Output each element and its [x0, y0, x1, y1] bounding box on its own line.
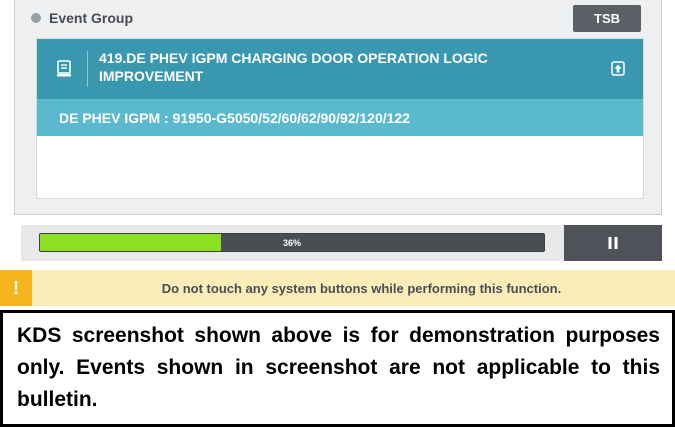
expand-icon[interactable] [611, 61, 625, 76]
progress-panel: 36% [21, 225, 662, 261]
event-header[interactable]: 419.DE PHEV IGPM CHARGING DOOR OPERATION… [37, 39, 643, 99]
event-group-title: Event Group [49, 10, 134, 26]
pause-button[interactable] [564, 225, 662, 261]
warning-bar: ! Do not touch any system buttons while … [0, 270, 675, 306]
document-icon [57, 60, 71, 77]
caption-box: KDS screenshot shown above is for demons… [0, 310, 675, 427]
event-card[interactable]: 419.DE PHEV IGPM CHARGING DOOR OPERATION… [36, 38, 644, 199]
progress-percent: 36% [282, 237, 301, 248]
warning-message: Do not touch any system buttons while pe… [161, 280, 562, 296]
bullet-dot-icon [31, 13, 41, 23]
event-group-header: Event Group TSB [15, 0, 661, 38]
progress-bar: 36% [39, 233, 545, 252]
pause-icon [608, 237, 618, 249]
event-part-numbers: DE PHEV IGPM : 91950-G5050/52/60/62/90/9… [37, 99, 643, 136]
event-title: 419.DE PHEV IGPM CHARGING DOOR OPERATION… [99, 50, 488, 84]
kds-screen: Event Group TSB 419.DE PHEV IGPM CHARGIN… [0, 0, 675, 306]
event-group-panel: Event Group TSB 419.DE PHEV IGPM CHARGIN… [14, 0, 662, 215]
tsb-button[interactable]: TSB [573, 5, 641, 32]
warning-icon: ! [0, 270, 32, 306]
caption-text: KDS screenshot shown above is for demons… [17, 324, 660, 411]
header-divider [87, 51, 88, 87]
